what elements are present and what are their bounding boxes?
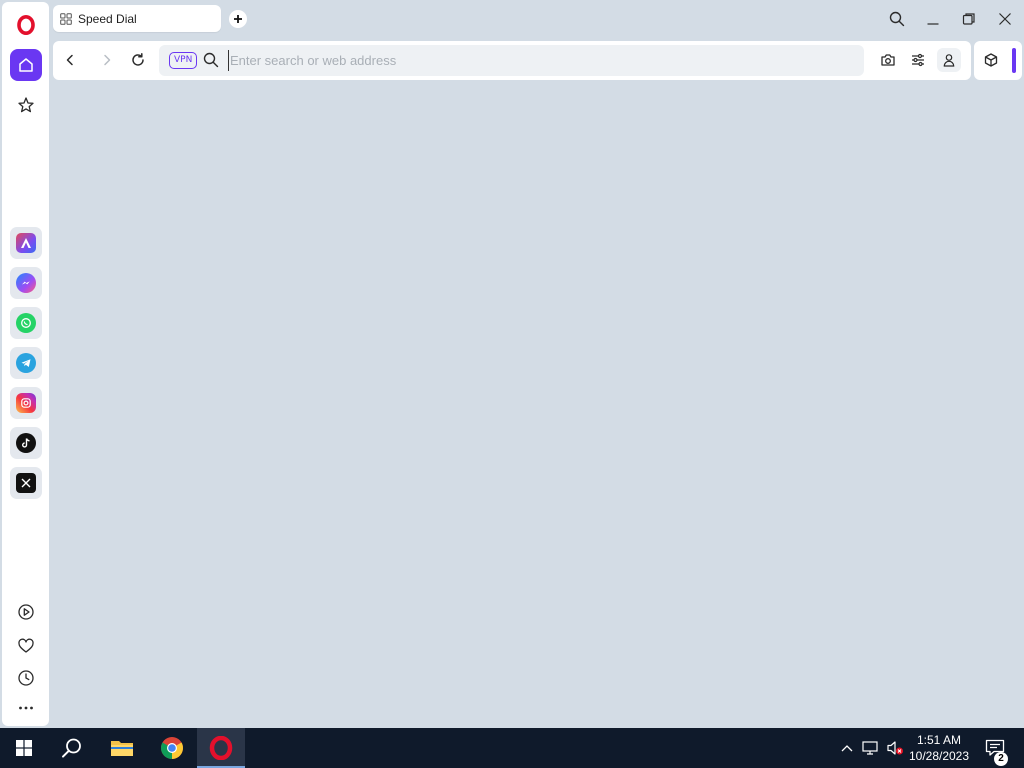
- notification-center-button[interactable]: 2: [980, 728, 1010, 768]
- speed-dial-home-button[interactable]: [10, 49, 42, 81]
- taskbar-clock[interactable]: 1:51 AM 10/28/2023: [904, 732, 974, 764]
- bookmarks-button[interactable]: [10, 89, 42, 121]
- settings-sliders-icon: [912, 53, 924, 67]
- player-icon: [18, 604, 34, 620]
- heart-icon: [18, 638, 34, 653]
- clock-date: 10/28/2023: [908, 749, 970, 763]
- sidebar-indicator-bar: [1012, 48, 1016, 73]
- address-bar: VPN: [159, 45, 864, 76]
- reload-button[interactable]: [127, 49, 149, 71]
- taskbar: 1:51 AM 10/28/2023 2: [0, 728, 1024, 768]
- start-button[interactable]: [0, 728, 48, 768]
- history-icon: [18, 670, 34, 686]
- opera-logo-button[interactable]: [10, 9, 42, 41]
- sidebar: [2, 2, 49, 726]
- new-tab-button[interactable]: [229, 10, 247, 28]
- cube-icon: [984, 53, 998, 67]
- extensions-area: [974, 41, 1022, 80]
- taskbar-opera[interactable]: [197, 728, 245, 768]
- notification-count-badge: 2: [994, 752, 1008, 766]
- sidebar-app-aria[interactable]: [10, 227, 42, 259]
- folder-icon: [111, 741, 133, 756]
- tab-title: Speed Dial: [78, 11, 137, 26]
- network-icon: [862, 741, 878, 755]
- x-icon: [16, 473, 36, 493]
- taskbar-file-explorer[interactable]: [98, 728, 146, 768]
- pinboards-button[interactable]: [10, 630, 42, 662]
- windows-icon: [16, 740, 32, 756]
- restore-icon: [962, 13, 975, 25]
- aria-icon: [16, 233, 36, 253]
- telegram-icon: [16, 353, 36, 373]
- clock-time: 1:51 AM: [916, 733, 962, 747]
- history-button[interactable]: [10, 662, 42, 694]
- minimize-button[interactable]: [922, 8, 944, 30]
- profile-button[interactable]: [937, 48, 961, 72]
- chevron-up-icon: [841, 745, 853, 752]
- network-button[interactable]: [860, 728, 882, 768]
- sidebar-app-telegram[interactable]: [10, 347, 42, 379]
- tiktok-icon: [16, 433, 36, 453]
- sidebar-app-x[interactable]: [10, 467, 42, 499]
- camera-icon: [881, 54, 895, 66]
- search-icon: [62, 738, 81, 758]
- search-icon: [889, 11, 905, 27]
- plus-icon: [234, 15, 242, 23]
- more-options-button[interactable]: [10, 692, 42, 724]
- tab-search-button[interactable]: [886, 8, 908, 30]
- instagram-icon: [16, 393, 36, 413]
- more-icon: [19, 706, 33, 710]
- search-icon: [203, 52, 219, 68]
- chevron-left-icon: [66, 54, 73, 66]
- home-icon: [19, 58, 33, 72]
- opera-logo-icon: [17, 15, 35, 35]
- taskbar-search-button[interactable]: [48, 728, 96, 768]
- tab-speed-dial[interactable]: Speed Dial: [53, 5, 221, 32]
- sidebar-app-whatsapp[interactable]: [10, 307, 42, 339]
- user-icon: [943, 54, 955, 67]
- close-button[interactable]: [994, 8, 1016, 30]
- reload-icon: [132, 53, 144, 66]
- taskbar-chrome[interactable]: [148, 728, 196, 768]
- sidebar-app-messenger[interactable]: [10, 267, 42, 299]
- opera-icon: [209, 736, 233, 760]
- volume-button[interactable]: [884, 728, 906, 768]
- volume-muted-icon: [887, 741, 903, 755]
- forward-button[interactable]: [96, 49, 118, 71]
- chrome-icon: [161, 737, 183, 759]
- sidebar-app-tiktok[interactable]: [10, 427, 42, 459]
- speed-dial-grid-icon: [60, 12, 72, 25]
- restore-button[interactable]: [958, 8, 980, 30]
- messenger-icon: [16, 273, 36, 293]
- whatsapp-icon: [16, 313, 36, 333]
- toolbar: VPN: [53, 41, 971, 80]
- vpn-badge[interactable]: VPN: [169, 52, 198, 69]
- snapshot-button[interactable]: [877, 49, 899, 71]
- show-hidden-icons-button[interactable]: [838, 728, 856, 768]
- star-icon: [18, 97, 34, 113]
- address-input[interactable]: [228, 50, 848, 71]
- player-button[interactable]: [10, 596, 42, 628]
- close-icon: [999, 13, 1011, 25]
- extensions-button[interactable]: [980, 49, 1002, 71]
- back-button[interactable]: [59, 49, 81, 71]
- chevron-right-icon: [104, 54, 111, 66]
- easy-setup-button[interactable]: [907, 49, 929, 71]
- sidebar-app-instagram[interactable]: [10, 387, 42, 419]
- minimize-icon: [927, 23, 939, 25]
